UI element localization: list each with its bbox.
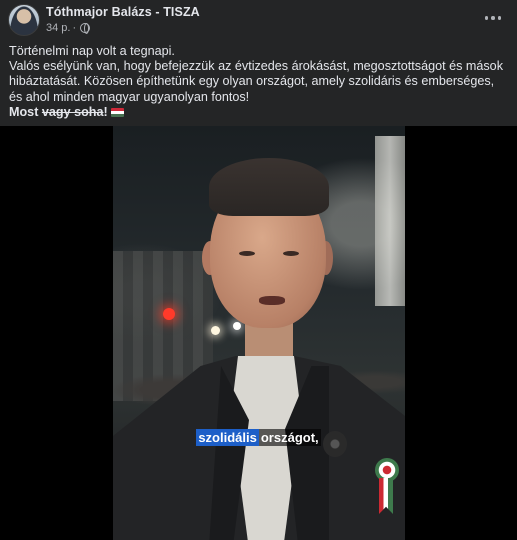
- post-text: Történelmi nap volt a tegnapi. Valós esé…: [9, 44, 509, 120]
- speaker-mouth: [259, 296, 285, 305]
- speaker-eye-right: [283, 251, 299, 256]
- video-player[interactable]: szolidális országot,: [0, 126, 517, 540]
- author-name[interactable]: Tóthmajor Balázs - TISZA: [46, 5, 200, 19]
- caption-highlight: szolidális: [196, 429, 259, 446]
- post-time[interactable]: 34 p.: [46, 22, 70, 34]
- post-text-closing: Most vagy soha!: [9, 105, 509, 120]
- more-dots-icon: [484, 16, 489, 20]
- caption-rest: országot,: [258, 429, 321, 446]
- more-options-button[interactable]: [481, 8, 505, 28]
- post-header: Tóthmajor Balázs - TISZA 34 p. ·: [0, 0, 517, 40]
- video-caption: szolidális országot,: [0, 429, 517, 446]
- closing-end: !: [103, 104, 108, 119]
- meta-separator: ·: [72, 22, 77, 34]
- globe-icon[interactable]: [80, 23, 91, 34]
- closing-bold: Most: [9, 104, 39, 119]
- author-avatar[interactable]: [8, 4, 40, 36]
- flag-hungary-icon: [110, 107, 124, 117]
- video-frame[interactable]: [113, 126, 405, 540]
- post-text-line1: Történelmi nap volt a tegnapi.: [9, 44, 175, 58]
- post-meta: 34 p. ·: [46, 22, 91, 34]
- closing-strikethrough: vagy soha: [41, 104, 104, 119]
- speaker: [113, 126, 405, 540]
- speaker-eye-left: [239, 251, 255, 256]
- speaker-hair: [209, 158, 329, 216]
- post-text-paragraph: Valós esélyünk van, hogy befejezzük az é…: [9, 59, 503, 104]
